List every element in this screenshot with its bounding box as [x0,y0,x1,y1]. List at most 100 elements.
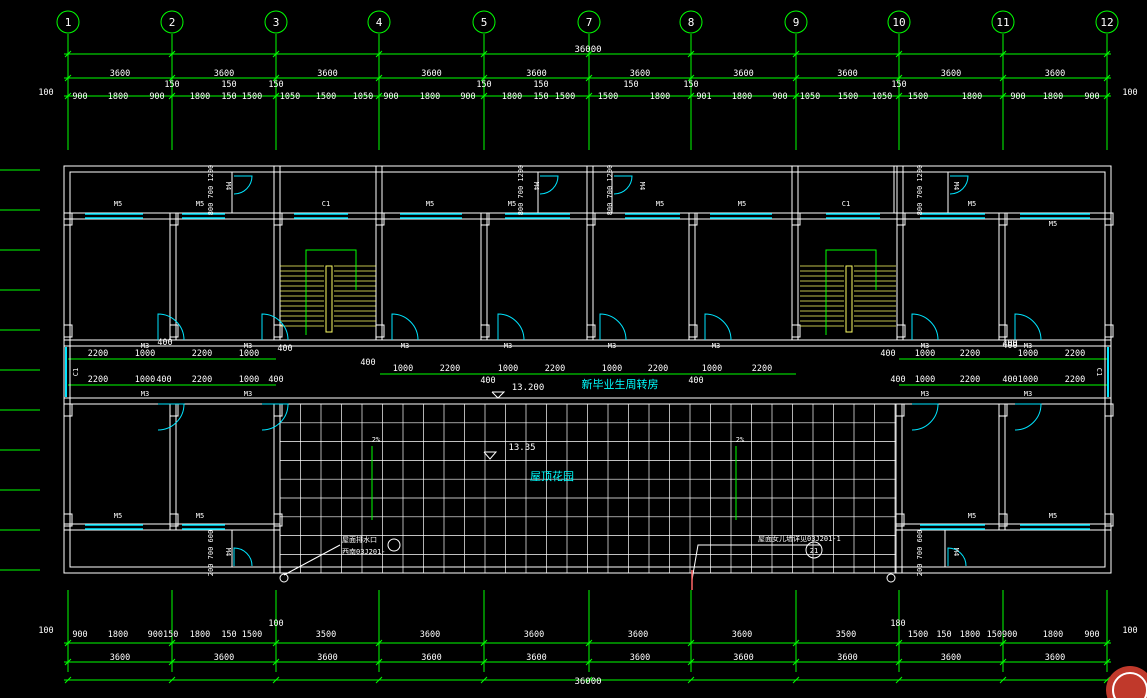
door-swing [1014,313,1042,341]
bay-dim: 3600 [941,69,961,79]
slope-mark: 2% [372,436,381,444]
dim-150: 150 [221,80,236,90]
bay-dim: 3600 [421,653,441,663]
corridor-dim: 2200 [1065,375,1085,385]
axis-number: 10 [892,16,905,29]
axis-number: 4 [376,16,383,29]
door-swing [233,547,253,567]
bay-dim: 3600 [214,69,234,79]
note-left-2: 西南03J201- [342,547,386,556]
column [169,403,179,417]
corridor-dim: 2200 [1065,349,1085,359]
detail-dim: 1800 [732,92,752,102]
door-swing [261,313,289,341]
corridor-dim: 1000 [915,375,935,385]
dim-150: 150 [268,80,283,90]
detail-dim: 3600 [628,630,648,640]
bay-dim: 3600 [733,653,753,663]
corridor-dim: 1000 [498,364,518,374]
detail-dim: 1500 [242,92,262,102]
corridor-dim-400: 400 [688,376,703,386]
corridor-dim: 400 [156,375,171,385]
detail-dim: 3500 [836,630,856,640]
door-label-m3: M3 [712,342,720,350]
corridor-dim: 400 [268,375,283,385]
wall [63,165,281,214]
bay-dim: 3600 [110,69,130,79]
detail-dim: 1500 [908,92,928,102]
bay-dim: 3600 [317,653,337,663]
door-swing [497,313,525,341]
corridor-dim: 2200 [192,349,212,359]
door-label-m3: M3 [141,390,149,398]
corridor-dim-400: 400 [880,349,895,359]
vertical-dim: 800 700 1200 [916,165,924,216]
side-window-label: C1 [1095,368,1103,376]
detail-dim: 900 [72,92,87,102]
door-swing [539,175,559,195]
detail-marker [387,538,401,552]
leader-line [691,544,820,581]
door-label-m5: M5 [1049,220,1057,228]
detail-dim: 1800 [1043,630,1063,640]
door-swing [157,403,185,431]
detail-dim: 1800 [650,92,670,102]
door-label-m3: M3 [921,390,929,398]
corridor-dim: 2200 [545,364,565,374]
detail-dim: 1500 [242,630,262,640]
axis-number: 11 [996,16,1009,29]
corridor-dim-400: 400 [157,338,172,348]
corridor-dim: 2200 [752,364,772,374]
door-label-m3: M3 [1024,390,1032,398]
door-label-m4: M4 [224,548,232,556]
detail-dim: 1800 [962,92,982,102]
door-swing [613,175,633,195]
corridor-dim: 1000 [239,375,259,385]
detail-dim: 150 [221,630,236,640]
vertical-dim: 200 700 600 [207,530,215,576]
detail-dim: 150 [936,630,951,640]
column [688,324,698,338]
bay-dim: 3600 [837,69,857,79]
bay-dim: 3600 [421,69,441,79]
axis-number: 7 [586,16,593,29]
top-total-dim: 36000 [574,45,601,55]
floor-plan-drawing: 1 2 3 4 5 7 8 9 10 11 12 36000360003600 3600 3600 360… [0,10,1147,698]
detail-dim: 1500 [598,92,618,102]
elevation-symbol [483,451,498,460]
corridor-dim-400: 400 [277,344,292,354]
detail-dim: 3600 [524,630,544,640]
door-label-m4: M4 [952,548,960,556]
vertical-dim: 800 700 1200 [606,165,614,216]
door-swing [261,403,289,431]
note-right: 屋面女儿墙详见03J201-1 [758,534,841,543]
detail-dim: 1050 [353,92,373,102]
axis-number: 9 [793,16,800,29]
column [63,324,73,338]
column [375,324,385,338]
door-label-m5: M5 [968,512,976,520]
detail-dim: 900 [72,630,87,640]
detail-dim: 901 [696,92,711,102]
stair-arrow [305,249,357,335]
vertical-dim: 800 700 1200 [517,165,525,216]
column [998,324,1008,338]
detail-dim: 900 [460,92,475,102]
column [273,403,283,417]
wall [893,165,1112,214]
detail-dim: 1800 [190,630,210,640]
door-label-m4: M4 [532,182,540,190]
roof-garden-label: 屋顶花园 [530,470,574,483]
detail-dim: 900 [772,92,787,102]
detail-dim: 1050 [800,92,820,102]
detail-dim: 900150 [148,630,179,640]
detail-dim: 1500 [316,92,336,102]
door-label-m4: M4 [224,182,232,190]
elevation-symbol [491,391,506,399]
door-label-m5: M5 [426,200,434,208]
door-label-m5: M5 [968,200,976,208]
vertical-dim: 800 700 1200 [207,165,215,216]
dim-150: 150 [891,80,906,90]
window-label-c1: C1 [842,200,850,208]
corridor-dim: 1000 [1018,375,1038,385]
